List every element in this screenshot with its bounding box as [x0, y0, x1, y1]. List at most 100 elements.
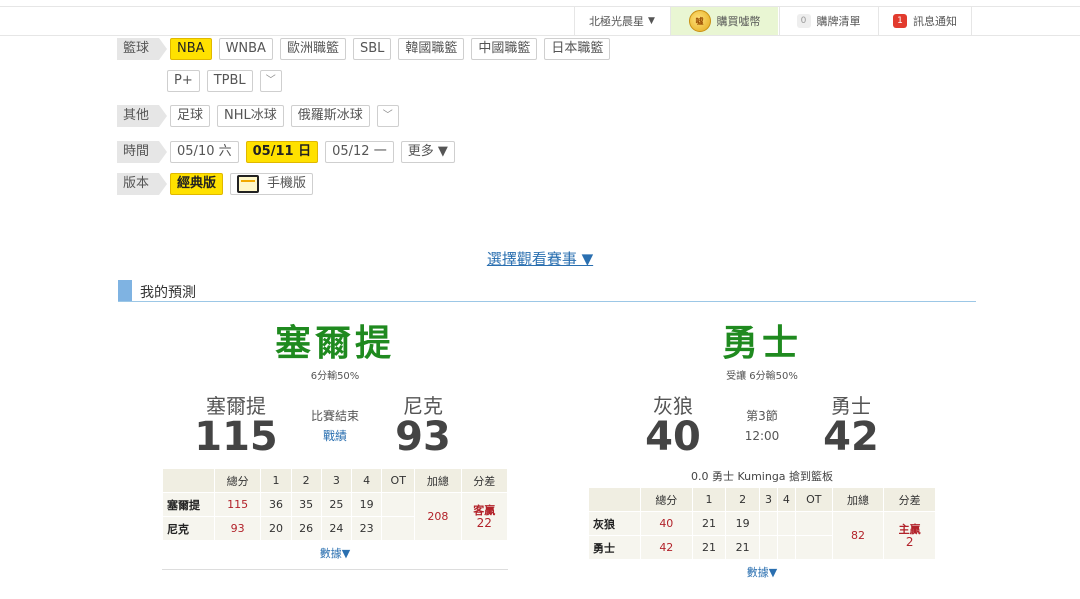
- sport-khl[interactable]: 俄羅斯冰球: [290, 105, 370, 127]
- status-text: 比賽結束: [310, 409, 359, 423]
- team-cell: 灰狼: [588, 511, 641, 536]
- quarter-cell: [758, 511, 778, 536]
- date-current[interactable]: 05/11 日: [245, 141, 319, 163]
- quarter-cell: 20: [260, 516, 292, 541]
- league-kbl[interactable]: 韓國職籃: [398, 38, 465, 60]
- phone-icon: [237, 174, 260, 193]
- game-status: 比賽結束 戰績: [295, 406, 375, 446]
- quarter-cell: [776, 511, 796, 536]
- header-cell: [162, 468, 215, 493]
- select-games-link[interactable]: 選擇觀看賽事 ▼: [0, 248, 1080, 269]
- notification-count-badge: 1: [893, 14, 907, 28]
- header-cell: 1: [691, 487, 727, 512]
- table-header-row: 總分 1 2 3 4 OT 加總 分差: [588, 487, 936, 512]
- quarter-cell: 19: [350, 492, 383, 517]
- cart-label: 購牌清單: [816, 15, 861, 28]
- ot-cell: [381, 516, 416, 541]
- team-cell: 尼克: [162, 516, 215, 541]
- league-bleague[interactable]: 日本職籃: [544, 38, 611, 60]
- away-team-score: 115: [194, 414, 278, 460]
- diff-label: 主贏: [898, 522, 921, 536]
- game-card: 勇士 受讓 6分輸50% 灰狼 40 第3節 12:00 勇士 42 0.0 勇…: [588, 322, 936, 580]
- cart-button[interactable]: 0 購牌清單: [779, 7, 877, 35]
- diff-value: 2: [905, 534, 914, 549]
- quarter-cell: [758, 535, 778, 560]
- notifications-button[interactable]: 1 訊息通知: [878, 7, 972, 35]
- basketball-label: 籃球: [117, 38, 168, 60]
- league-sbl[interactable]: SBL: [352, 38, 392, 60]
- table-header-row: 總分 1 2 3 4 OT 加總 分差: [162, 468, 509, 493]
- coin-icon: 噓: [688, 10, 711, 32]
- diff-value: 22: [476, 515, 492, 530]
- expand-chevron-icon[interactable]: ﹀: [376, 105, 399, 127]
- time-filter-row: 時間 05/10 六 05/11 日 05/12 一 更多 ▼: [117, 141, 455, 163]
- mobile-version-label: 手機版: [267, 176, 307, 191]
- game-card: 塞爾提 6分輸50% 塞爾提 115 比賽結束 戰績 尼克 93 總分 1 2 …: [162, 322, 509, 570]
- league-tpbl[interactable]: TPBL: [206, 70, 253, 92]
- quarter-cell: 21: [691, 511, 727, 536]
- classic-version-button[interactable]: 經典版: [170, 173, 224, 195]
- version-label: 版本: [117, 173, 168, 195]
- box-score-table: 總分 1 2 3 4 OT 加總 分差 塞爾提 115 36 35 25 19 …: [162, 468, 509, 541]
- league-pplus[interactable]: P+: [167, 70, 200, 92]
- sport-football[interactable]: 足球: [170, 105, 211, 127]
- league-wnba[interactable]: WNBA: [218, 38, 273, 60]
- top-bar: 北極光晨星 ▼ 噓 購買噓幣 0 購牌清單 1 訊息通知: [0, 6, 1080, 36]
- quarter-cell: 35: [290, 492, 322, 517]
- pick-team: 勇士: [721, 323, 802, 364]
- record-link[interactable]: 戰績: [295, 426, 375, 446]
- basketball-filter-row-2: P+ TPBL ﹀: [167, 70, 282, 92]
- sport-nhl[interactable]: NHL冰球: [217, 105, 284, 127]
- date-prev[interactable]: 05/10 六: [170, 141, 239, 163]
- stats-toggle[interactable]: 數據▼: [162, 545, 508, 561]
- home-team-score: 93: [395, 414, 451, 460]
- pick-note: 受讓 6分輸50%: [726, 371, 798, 382]
- league-nba[interactable]: NBA: [170, 38, 212, 60]
- scoreboard: 塞爾提 115 比賽結束 戰績 尼克 93: [162, 390, 508, 468]
- more-dates-button[interactable]: 更多 ▼: [400, 141, 455, 163]
- table-row: 塞爾提 115 36 35 25 19 208 客贏 22: [162, 492, 509, 541]
- user-name: 北極光晨星: [589, 15, 645, 28]
- sum-cell: 208: [414, 492, 462, 541]
- buy-coin-label: 購買噓幣: [716, 15, 761, 28]
- buy-coin-button[interactable]: 噓 購買噓幣: [670, 7, 778, 35]
- header-cell: OT: [381, 468, 416, 493]
- stats-toggle[interactable]: 數據▼: [588, 564, 936, 580]
- header-cell: 加總: [414, 468, 462, 493]
- away-team-score: 40: [645, 414, 701, 460]
- divider: [162, 569, 508, 570]
- other-label: 其他: [117, 105, 168, 127]
- quarter-cell: 19: [725, 511, 760, 536]
- game-clock: 12:00: [744, 429, 780, 443]
- date-next[interactable]: 05/12 一: [325, 141, 394, 163]
- scoreboard: 灰狼 40 第3節 12:00 勇士 42: [588, 390, 936, 468]
- diff-cell: 主贏 2: [883, 511, 936, 560]
- header-cell: 1: [260, 468, 292, 493]
- total-cell: 115: [213, 492, 262, 517]
- section-marker: [118, 280, 132, 301]
- quarter-cell: 24: [320, 516, 353, 541]
- sum-cell: 82: [831, 511, 885, 560]
- header-cell: 4: [350, 468, 383, 493]
- league-cba[interactable]: 中國職籃: [471, 38, 538, 60]
- game-status: 第3節 12:00: [722, 406, 802, 446]
- header-cell: 2: [725, 487, 760, 512]
- league-euroleague[interactable]: 歐洲職籃: [279, 38, 346, 60]
- header-cell: 分差: [460, 468, 509, 493]
- time-label: 時間: [117, 141, 168, 163]
- quarter-cell: 25: [320, 492, 353, 517]
- version-filter-row: 版本 經典版 手機版: [117, 173, 314, 195]
- user-menu[interactable]: 北極光晨星 ▼: [574, 7, 669, 35]
- quarter-cell: 23: [350, 516, 383, 541]
- other-filter-row: 其他 足球 NHL冰球 俄羅斯冰球 ﹀: [117, 105, 399, 127]
- status-text: 第3節: [746, 409, 778, 423]
- home-team-score: 42: [823, 414, 879, 460]
- notifications-label: 訊息通知: [913, 15, 957, 28]
- pick-note: 6分輸50%: [310, 371, 360, 382]
- caret-down-icon: ▼: [648, 16, 655, 26]
- quarter-cell: 21: [725, 535, 760, 560]
- expand-chevron-icon[interactable]: ﹀: [259, 70, 282, 92]
- mobile-version-button[interactable]: 手機版: [230, 173, 314, 195]
- header-cell: 分差: [883, 487, 936, 512]
- table-row: 灰狼 40 21 19 82 主贏 2: [588, 511, 936, 560]
